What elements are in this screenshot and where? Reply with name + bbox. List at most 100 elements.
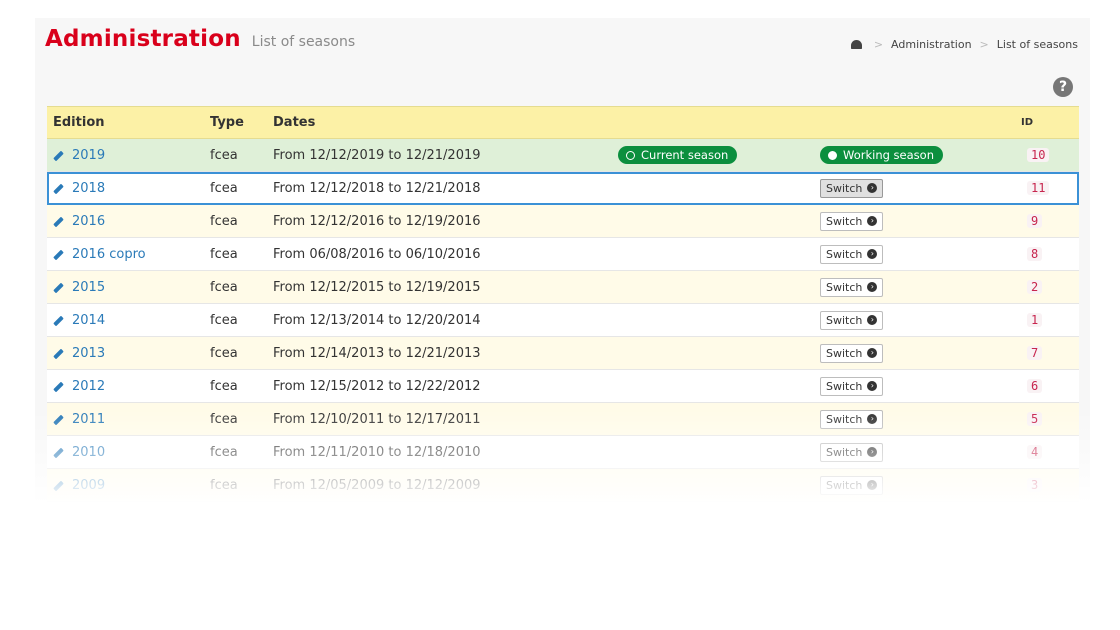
id-cell: 7 bbox=[1021, 336, 1079, 370]
edition-label: 2016 copro bbox=[72, 247, 146, 263]
column-header-type: Type bbox=[204, 106, 267, 139]
dates-cell: From 12/12/2019 to 12/21/2019 bbox=[267, 138, 612, 172]
clock-icon bbox=[626, 150, 635, 160]
table-row: 2016 fcea From 12/12/2016 to 12/19/2016 Swi… bbox=[47, 204, 1079, 238]
dates-cell: From 12/12/2018 to 12/21/2018 bbox=[267, 171, 612, 205]
edit-season-link[interactable]: 2014 bbox=[53, 313, 105, 328]
season-id: 11 bbox=[1027, 180, 1050, 195]
switch-button[interactable]: Switch › bbox=[820, 277, 884, 297]
type-cell: fcea bbox=[204, 468, 267, 502]
switch-label: Switch bbox=[826, 445, 863, 459]
working-cell: Switch › bbox=[814, 336, 1021, 370]
pencil-icon bbox=[53, 315, 64, 327]
edition-label: 2019 bbox=[72, 148, 106, 164]
id-cell: 4 bbox=[1021, 435, 1079, 469]
arrow-circle-right-icon: › bbox=[867, 414, 878, 424]
edit-season-link[interactable]: 2019 bbox=[53, 148, 105, 163]
id-cell: 10 bbox=[1021, 138, 1079, 172]
table-body: 2019 fcea From 12/12/2019 to 12/21/2019 Cur… bbox=[47, 138, 1079, 502]
type-cell: fcea bbox=[204, 138, 267, 172]
switch-button[interactable]: Switch › bbox=[820, 310, 884, 330]
edit-season-link[interactable]: 2016 copro bbox=[53, 247, 146, 262]
type-cell: fcea bbox=[204, 435, 267, 469]
working-season-label: Working season bbox=[843, 148, 934, 162]
season-id: 7 bbox=[1027, 345, 1043, 360]
type-cell: fcea bbox=[204, 171, 267, 205]
breadcrumb-item-administration[interactable]: Administration bbox=[891, 38, 972, 51]
current-cell bbox=[612, 336, 814, 370]
seasons-table: Edition Type Dates ID 2019 fcea From 12/12… bbox=[47, 106, 1079, 502]
type-cell: fcea bbox=[204, 237, 267, 271]
table-row: 2018 fcea From 12/12/2018 to 12/21/2018 Swi… bbox=[47, 171, 1079, 205]
arrow-circle-right-icon: › bbox=[867, 183, 878, 193]
switch-label: Switch bbox=[826, 280, 863, 294]
edition-label: 2018 bbox=[72, 181, 106, 197]
switch-label: Switch bbox=[826, 181, 863, 195]
switch-button[interactable]: Switch › bbox=[820, 211, 884, 231]
working-cell: Switch › bbox=[814, 270, 1021, 304]
arrow-circle-right-icon: › bbox=[867, 348, 878, 358]
pencil-icon bbox=[53, 282, 64, 294]
main-panel: Administration List of seasons > Adminis… bbox=[35, 18, 1090, 502]
type-cell: fcea bbox=[204, 270, 267, 304]
switch-label: Switch bbox=[826, 379, 863, 393]
pencil-icon bbox=[53, 150, 64, 162]
current-cell: Current season bbox=[612, 138, 814, 172]
current-cell bbox=[612, 402, 814, 436]
switch-button[interactable]: Switch › bbox=[820, 442, 884, 462]
edition-label: 2013 bbox=[72, 346, 106, 362]
current-cell bbox=[612, 468, 814, 502]
season-id: 5 bbox=[1027, 411, 1043, 426]
edit-season-link[interactable]: 2013 bbox=[53, 346, 105, 361]
current-cell bbox=[612, 435, 814, 469]
table-row: 2015 fcea From 12/12/2015 to 12/19/2015 Swi… bbox=[47, 270, 1079, 304]
working-cell: Switch › bbox=[814, 237, 1021, 271]
current-season-badge: Current season bbox=[618, 146, 738, 164]
edit-season-link[interactable]: 2011 bbox=[53, 412, 105, 427]
type-cell: fcea bbox=[204, 204, 267, 238]
edit-season-link[interactable]: 2018 bbox=[53, 181, 105, 196]
switch-button[interactable]: Switch › bbox=[820, 376, 884, 396]
working-cell: Switch › bbox=[814, 402, 1021, 436]
breadcrumb-separator: > bbox=[979, 38, 989, 51]
season-id: 8 bbox=[1027, 246, 1043, 261]
current-cell bbox=[612, 303, 814, 337]
id-cell: 11 bbox=[1021, 171, 1079, 205]
edit-season-link[interactable]: 2016 bbox=[53, 214, 105, 229]
switch-button[interactable]: Switch › bbox=[820, 178, 884, 198]
type-cell: fcea bbox=[204, 303, 267, 337]
switch-button[interactable]: Switch › bbox=[820, 475, 884, 495]
dates-cell: From 06/08/2016 to 06/10/2016 bbox=[267, 237, 612, 271]
switch-button[interactable]: Switch › bbox=[820, 343, 884, 363]
working-cell: Working season bbox=[814, 138, 1021, 172]
id-cell: 3 bbox=[1021, 468, 1079, 502]
edit-season-link[interactable]: 2010 bbox=[53, 445, 105, 460]
switch-button[interactable]: Switch › bbox=[820, 409, 884, 429]
arrow-circle-right-icon: › bbox=[867, 282, 878, 292]
edit-season-link[interactable]: 2012 bbox=[53, 379, 105, 394]
season-id: 4 bbox=[1027, 444, 1043, 459]
switch-label: Switch bbox=[826, 247, 863, 261]
edition-label: 2011 bbox=[72, 412, 106, 428]
question-circle-icon[interactable]: ? bbox=[1053, 77, 1073, 97]
edit-season-link[interactable]: 2015 bbox=[53, 280, 105, 295]
id-cell: 6 bbox=[1021, 369, 1079, 403]
id-cell: 5 bbox=[1021, 402, 1079, 436]
column-header-dates: Dates bbox=[267, 106, 612, 139]
edition-cell: 2010 bbox=[47, 435, 204, 469]
edition-cell: 2011 bbox=[47, 402, 204, 436]
edition-cell: 2016 bbox=[47, 204, 204, 238]
current-cell bbox=[612, 237, 814, 271]
page-header: Administration List of seasons bbox=[45, 26, 355, 62]
edition-label: 2014 bbox=[72, 313, 106, 329]
dashboard-icon[interactable] bbox=[850, 40, 862, 49]
switch-label: Switch bbox=[826, 412, 863, 426]
switch-button[interactable]: Switch › bbox=[820, 244, 884, 264]
edit-season-link[interactable]: 2009 bbox=[53, 478, 105, 493]
dates-cell: From 12/14/2013 to 12/21/2013 bbox=[267, 336, 612, 370]
dates-cell: From 12/10/2011 to 12/17/2011 bbox=[267, 402, 612, 436]
table-row: 2019 fcea From 12/12/2019 to 12/21/2019 Cur… bbox=[47, 138, 1079, 172]
type-cell: fcea bbox=[204, 369, 267, 403]
edition-cell: 2016 copro bbox=[47, 237, 204, 271]
column-header-working bbox=[814, 106, 1021, 139]
